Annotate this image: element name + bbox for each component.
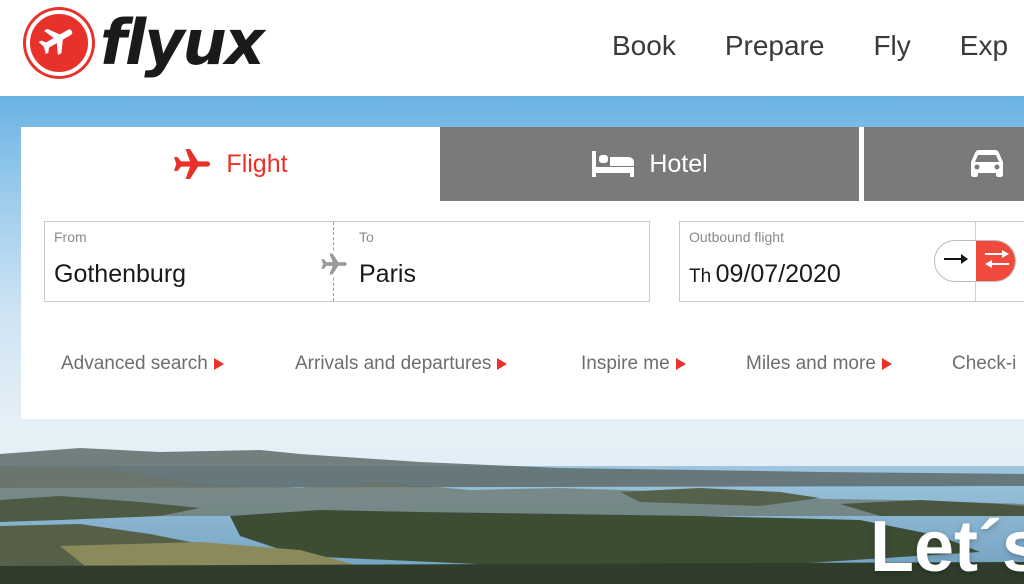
car-icon — [968, 149, 1006, 179]
link-miles-and-more-label: Miles and more — [746, 353, 876, 374]
hero-heading: Let´s — [870, 507, 1024, 584]
tab-flight-label: Flight — [226, 149, 288, 178]
from-label: From — [54, 229, 87, 245]
booking-panel: Flight Hotel From Gothenburg To Paris Ou… — [21, 127, 1024, 419]
from-value: Gothenburg — [54, 260, 187, 288]
link-inspire-me-label: Inspire me — [581, 353, 670, 374]
triangle-right-icon — [675, 358, 686, 370]
booking-tabs: Flight Hotel — [21, 127, 1024, 201]
tab-hotel[interactable]: Hotel — [440, 127, 859, 201]
to-value: Paris — [359, 260, 416, 288]
link-check-in-label: Check-i — [952, 353, 1017, 374]
quick-links: Advanced search Arrivals and departures … — [61, 353, 1024, 383]
site-header: flyux Book Prepare Fly Exp — [0, 0, 1024, 96]
link-arrivals-departures-label: Arrivals and departures — [295, 353, 492, 374]
arrow-right-icon — [943, 252, 969, 271]
plane-icon — [172, 147, 212, 181]
date-fields: Outbound flight Th 09/07/2020 — [679, 221, 1024, 302]
link-check-in[interactable]: Check-i — [952, 353, 1016, 375]
link-advanced-search[interactable]: Advanced search — [61, 353, 224, 375]
outbound-date: 09/07/2020 — [715, 260, 841, 288]
tab-hotel-label: Hotel — [649, 149, 708, 178]
link-miles-and-more[interactable]: Miles and more — [746, 353, 892, 375]
link-advanced-search-label: Advanced search — [61, 353, 208, 374]
swap-arrows-icon — [983, 247, 1011, 276]
outbound-label: Outbound flight — [689, 229, 784, 245]
link-arrivals-departures[interactable]: Arrivals and departures — [295, 353, 508, 375]
brand-name: flyux — [100, 6, 265, 79]
to-label: To — [359, 229, 374, 245]
outbound-weekday: Th — [689, 266, 712, 287]
nav-explore[interactable]: Exp — [960, 30, 1008, 62]
one-way-option[interactable] — [935, 241, 976, 281]
to-field[interactable]: To Paris — [333, 222, 649, 301]
from-field[interactable]: From Gothenburg — [45, 222, 333, 301]
return-option[interactable] — [976, 241, 1015, 281]
trip-type-toggle[interactable] — [934, 240, 1016, 282]
plane-icon — [26, 10, 92, 76]
link-inspire-me[interactable]: Inspire me — [581, 353, 686, 375]
outbound-date-input[interactable]: Th 09/07/2020 — [689, 260, 841, 289]
brand-logo[interactable]: flyux — [26, 6, 265, 79]
main-nav: Book Prepare Fly Exp — [612, 30, 1024, 62]
nav-prepare[interactable]: Prepare — [725, 30, 825, 62]
tab-car[interactable] — [864, 127, 1024, 201]
nav-fly[interactable]: Fly — [873, 30, 910, 62]
triangle-right-icon — [497, 358, 508, 370]
nav-book[interactable]: Book — [612, 30, 676, 62]
triangle-right-icon — [213, 358, 224, 370]
triangle-right-icon — [881, 358, 892, 370]
route-fields: From Gothenburg To Paris — [44, 221, 650, 302]
bed-icon — [591, 149, 635, 179]
swap-route-icon[interactable] — [320, 252, 348, 276]
tab-flight[interactable]: Flight — [21, 127, 439, 201]
